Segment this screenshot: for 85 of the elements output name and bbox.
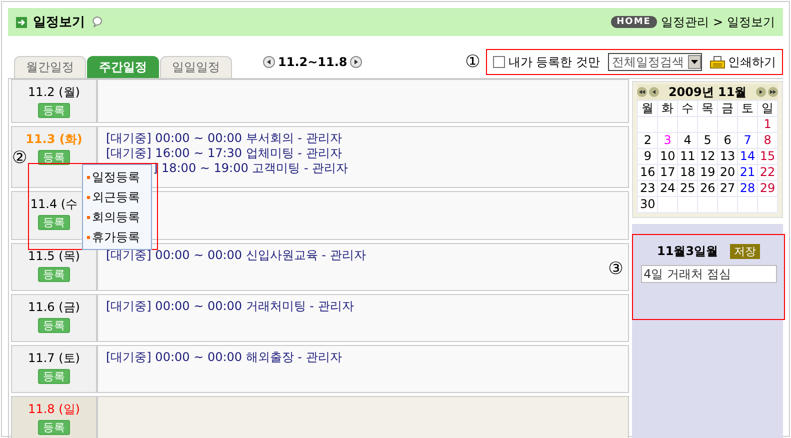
checkbox-label[interactable]: 내가 등록한 것만: [508, 54, 600, 70]
schedule-entry[interactable]: [대기중] 00:00 ~ 00:00 신입사원교육 - 관리자: [106, 248, 366, 263]
calendar-day[interactable]: 16: [638, 165, 658, 180]
schedule-entry[interactable]: [대기중] 16:00 ~ 17:30 업체미팅 - 관리자: [106, 146, 348, 161]
speech-bubble-icon: [91, 16, 103, 28]
calendar-day[interactable]: 27: [718, 181, 738, 196]
calendar-day[interactable]: 2: [638, 133, 658, 148]
calendar-day[interactable]: 5: [698, 133, 718, 148]
memo-date: 11월3일월: [657, 243, 718, 260]
day-label: 11.3 (화): [26, 131, 82, 148]
week-range: 11.2~11.8: [278, 55, 348, 69]
previous-year-icon[interactable]: [637, 87, 648, 97]
filter-dropdown[interactable]: 전체일정검색: [608, 53, 702, 71]
dropdown-arrow-icon: [691, 60, 698, 64]
calendar-day[interactable]: 8: [758, 133, 777, 148]
weekday-header: 목: [698, 101, 718, 116]
annotation-marker: ①: [465, 54, 480, 70]
calendar-day[interactable]: 1: [758, 117, 777, 132]
weekday-header: 금: [718, 101, 738, 116]
calendar-day[interactable]: 22: [758, 165, 777, 180]
menu-item[interactable]: 외근등록: [83, 187, 151, 207]
weekday-header: 토: [738, 101, 758, 116]
save-button[interactable]: 저장: [730, 244, 760, 259]
previous-month-icon[interactable]: [649, 87, 660, 97]
day-label: 11.4 (수: [30, 196, 78, 213]
day-label: 11.5 (목): [28, 248, 80, 265]
calendar-day[interactable]: 25: [678, 181, 698, 196]
calendar-day[interactable]: 6: [718, 133, 738, 148]
arrow-icon: [16, 16, 27, 28]
calendar-day[interactable]: 13: [718, 149, 738, 164]
menu-item[interactable]: 회의등록: [83, 207, 151, 227]
day-label: 11.2 (월): [28, 84, 80, 101]
day-label: 11.7 (토): [28, 350, 80, 367]
calendar-day[interactable]: 21: [738, 165, 758, 180]
bullet-icon: [87, 176, 90, 178]
calendar-day[interactable]: 18: [678, 165, 698, 180]
print-link[interactable]: 인쇄하기: [728, 54, 776, 70]
bullet-icon: [87, 196, 90, 198]
checkbox[interactable]: [493, 56, 506, 68]
calendar-day[interactable]: 10: [658, 149, 678, 164]
weekday-header: 월: [638, 101, 658, 116]
schedule-entry[interactable]: [대기중] 00:00 ~ 00:00 부서회의 - 관리자: [106, 131, 348, 146]
calendar-day[interactable]: 28: [738, 181, 758, 196]
calendar-day[interactable]: 23: [638, 181, 658, 196]
calendar-day[interactable]: 15: [758, 149, 777, 164]
weekday-header: 화: [658, 101, 678, 116]
tab[interactable]: 월간일정: [14, 56, 86, 78]
breadcrumb-separator: >: [712, 15, 723, 29]
calendar-day[interactable]: 19: [698, 165, 718, 180]
calendar-day[interactable]: 7: [738, 133, 758, 148]
calendar-day[interactable]: 9: [638, 149, 658, 164]
home-badge[interactable]: HOME: [610, 16, 657, 28]
menu-item[interactable]: 일정등록: [83, 167, 151, 187]
breadcrumb-item[interactable]: 일정보기: [727, 14, 775, 30]
weekday-header: 일: [758, 101, 777, 116]
page-title: 일정보기: [33, 14, 85, 31]
menu-item[interactable]: 휴가등록: [83, 227, 151, 247]
calendar-day[interactable]: 17: [658, 165, 678, 180]
day-label: 11.6 (금): [28, 299, 80, 316]
memo-field[interactable]: 4일 거래처 점심: [640, 265, 777, 283]
bullet-icon: [87, 216, 90, 218]
tab[interactable]: 일일일정: [160, 56, 232, 78]
next-icon[interactable]: [350, 56, 362, 68]
schedule-entry[interactable]: [대기중] 00:00 ~ 00:00 해외출장 - 관리자: [106, 350, 342, 365]
bullet-icon: [87, 236, 90, 238]
calendar-day[interactable]: 14: [738, 149, 758, 164]
previous-icon[interactable]: [263, 56, 275, 68]
printer-icon[interactable]: [710, 56, 725, 68]
calendar-day[interactable]: 20: [718, 165, 738, 180]
calendar-day[interactable]: 11: [678, 149, 698, 164]
calendar-day[interactable]: 29: [758, 181, 777, 196]
annotation-marker: ③: [608, 261, 624, 278]
annotation-marker: ②: [12, 150, 28, 167]
calendar-day[interactable]: 26: [698, 181, 718, 196]
calendar-day[interactable]: 30: [638, 197, 658, 212]
next-year-icon[interactable]: [768, 87, 778, 97]
breadcrumb-item[interactable]: 일정관리: [660, 14, 709, 30]
next-month-icon[interactable]: [756, 87, 766, 97]
calendar-day[interactable]: 4: [678, 133, 698, 148]
calendar-day[interactable]: 24: [658, 181, 678, 196]
schedule-entry[interactable]: [대기중] 00:00 ~ 00:00 거래처미팅 - 관리자: [106, 299, 354, 314]
calendar-day[interactable]: 12: [698, 149, 718, 164]
weekday-header: 수: [678, 101, 698, 116]
day-label: 11.8 (일): [28, 401, 80, 418]
calendar-title: 2009년 11월: [668, 84, 747, 100]
